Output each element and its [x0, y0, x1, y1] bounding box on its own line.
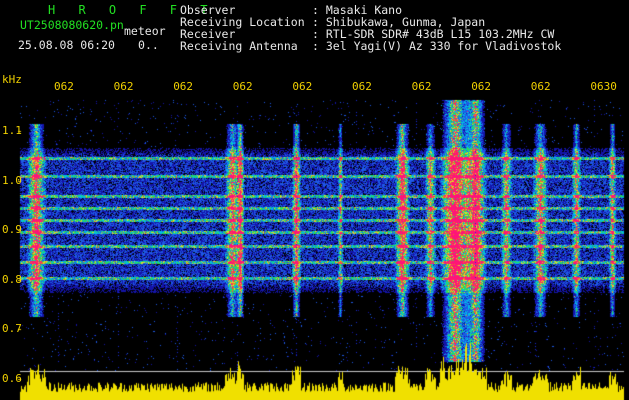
header-sep-antenna: : 3el Yagi(V) Az 330 for Vladivostok — [312, 39, 562, 53]
spectrogram-canvas — [0, 0, 629, 400]
timestamp: 25.08.08 06:20 — [18, 38, 115, 52]
y-tick-label: 0.7 — [2, 322, 22, 335]
x-tick-label: 062 — [173, 80, 194, 93]
x-tick-label: 062 — [352, 80, 372, 93]
x-tick-label: 062 — [54, 80, 74, 93]
y-tick-label: 0.9 — [2, 223, 22, 236]
y-tick-label: 0.8 — [2, 272, 22, 286]
mode-label: meteor — [124, 24, 166, 38]
header-row-antenna: Receiving Antenna — [180, 39, 298, 53]
x-tick-label: 062 — [530, 80, 551, 93]
x-tick-label: 0630 — [590, 80, 617, 93]
counter: 0.. — [138, 38, 159, 52]
y-tick-label: 0.6 — [2, 371, 22, 385]
y-tick-label: 1.0 — [2, 173, 22, 187]
x-tick-label: 062 — [471, 80, 492, 93]
y-tick-label: 1.1 — [2, 124, 22, 137]
x-tick-label: 062 — [292, 80, 313, 93]
file-name: UT2508080620.pn — [20, 18, 124, 32]
x-tick-label: 062 — [411, 80, 432, 93]
x-tick-label: 062 — [232, 80, 253, 93]
y-unit-label: kHz — [2, 73, 22, 86]
x-tick-label: 062 — [113, 80, 134, 93]
